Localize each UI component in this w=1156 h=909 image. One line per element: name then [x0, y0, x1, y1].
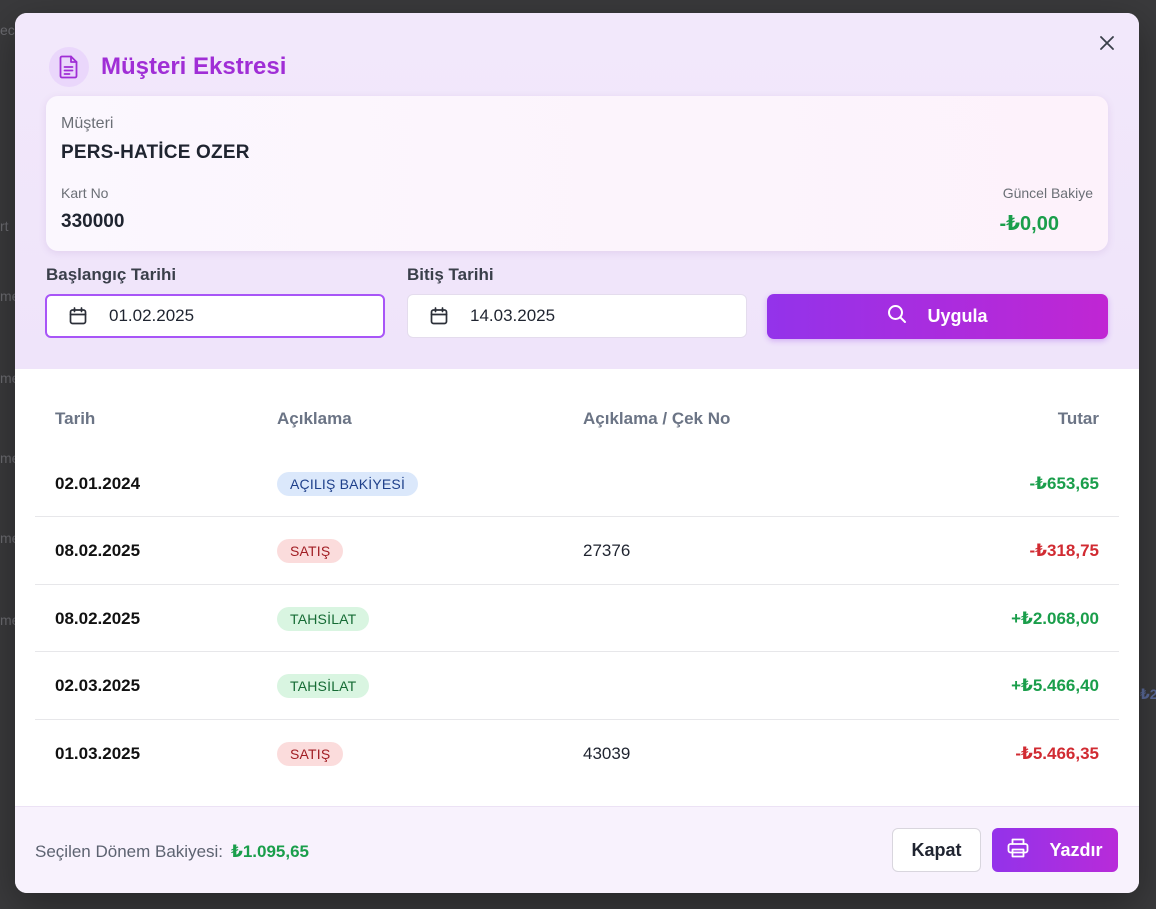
statement-modal: Müşteri Ekstresi Müşteri PERS-HATİCE OZE… — [15, 13, 1139, 893]
row-description: TAHSİLAT — [277, 585, 370, 652]
col-header-amount: Tutar — [1057, 409, 1099, 428]
row-date: 08.02.2025 — [55, 541, 141, 560]
print-label: Yazdır — [1049, 839, 1103, 860]
row-amount: +₺2.068,00 — [1011, 608, 1099, 628]
row-amount: -₺5.466,35 — [1015, 743, 1099, 763]
row-date: 01.03.2025 — [55, 743, 141, 763]
card-no-value: 330000 — [61, 211, 125, 232]
backdrop-text: rt — [0, 218, 9, 234]
title-row: Müşteri Ekstresi — [49, 47, 286, 87]
table-row: 02.01.2024 AÇILIŞ BAKİYESİ -₺653,65 — [35, 450, 1119, 517]
row-description: SATIŞ — [277, 720, 344, 787]
modal-title: Müşteri Ekstresi — [101, 53, 287, 80]
row-amount: -₺653,65 — [1029, 473, 1100, 493]
row-date: 02.01.2024 — [55, 473, 141, 493]
backdrop-text: ec — [0, 22, 15, 38]
col-header-date: Tarih — [55, 409, 96, 428]
type-badge: AÇILIŞ BAKİYESİ — [277, 471, 419, 496]
search-icon — [887, 304, 907, 329]
calendar-icon — [68, 306, 88, 326]
end-date-label: Bitiş Tarihi — [407, 265, 494, 284]
backdrop-text: ₺2 — [1140, 686, 1156, 702]
document-icon — [49, 47, 89, 87]
card-no-label: Kart No — [61, 185, 109, 201]
row-amount: -₺318,75 — [1029, 541, 1100, 560]
start-date-value: 01.02.2025 — [109, 306, 195, 325]
period-balance-label: Seçilen Dönem Bakiyesi: — [35, 842, 224, 861]
col-header-check-no: Açıklama / Çek No — [583, 409, 731, 428]
period-balance-value: ₺1.095,65 — [231, 842, 310, 861]
customer-name: PERS-HATİCE OZER — [61, 142, 250, 163]
type-badge: SATIŞ — [277, 741, 344, 766]
print-button[interactable]: Yazdır — [992, 828, 1118, 872]
end-date-input[interactable]: 14.03.2025 — [407, 294, 747, 338]
calendar-icon — [429, 306, 449, 326]
customer-label: Müşteri — [61, 115, 114, 132]
start-date-label: Başlangıç Tarihi — [46, 265, 177, 284]
printer-icon — [1007, 838, 1029, 863]
table-row: 08.02.2025 SATIŞ 27376 -₺318,75 — [35, 518, 1119, 585]
row-date: 08.02.2025 — [55, 608, 141, 628]
table-row: 01.03.2025 SATIŞ 43039 -₺5.466,35 — [35, 720, 1119, 787]
current-balance-label: Güncel Bakiye — [1002, 185, 1093, 201]
apply-button[interactable]: Uygula — [767, 294, 1108, 339]
type-badge: TAHSİLAT — [277, 606, 370, 631]
row-date: 02.03.2025 — [55, 676, 141, 695]
row-amount: +₺5.466,40 — [1011, 676, 1099, 695]
type-badge: TAHSİLAT — [277, 674, 370, 698]
close-icon — [1100, 35, 1114, 55]
apply-label: Uygula — [927, 306, 988, 326]
type-badge: SATIŞ — [277, 539, 344, 563]
row-check-no: 43039 — [583, 743, 631, 763]
modal-header: Müşteri Ekstresi Müşteri PERS-HATİCE OZE… — [15, 13, 1139, 369]
close-button[interactable] — [1095, 33, 1119, 57]
close-footer-button[interactable]: Kapat — [892, 828, 981, 872]
col-header-description: Açıklama — [277, 409, 352, 428]
customer-card: Müşteri PERS-HATİCE OZER Kart No 330000 … — [46, 96, 1108, 251]
table-row: 02.03.2025 TAHSİLAT +₺5.466,40 — [35, 653, 1119, 720]
modal-footer: Seçilen Dönem Bakiyesi: ₺1.095,65 Kapat … — [15, 806, 1139, 893]
row-check-no: 27376 — [583, 541, 631, 560]
row-description: TAHSİLAT — [277, 653, 370, 720]
end-date-value: 14.03.2025 — [470, 306, 556, 325]
row-description: SATIŞ — [277, 518, 344, 585]
row-description: AÇILIŞ BAKİYESİ — [277, 450, 419, 517]
table-row: 08.02.2025 TAHSİLAT +₺2.068,00 — [35, 585, 1119, 652]
start-date-input[interactable]: 01.02.2025 — [45, 294, 385, 338]
current-balance-value: -₺0,00 — [999, 213, 1059, 235]
